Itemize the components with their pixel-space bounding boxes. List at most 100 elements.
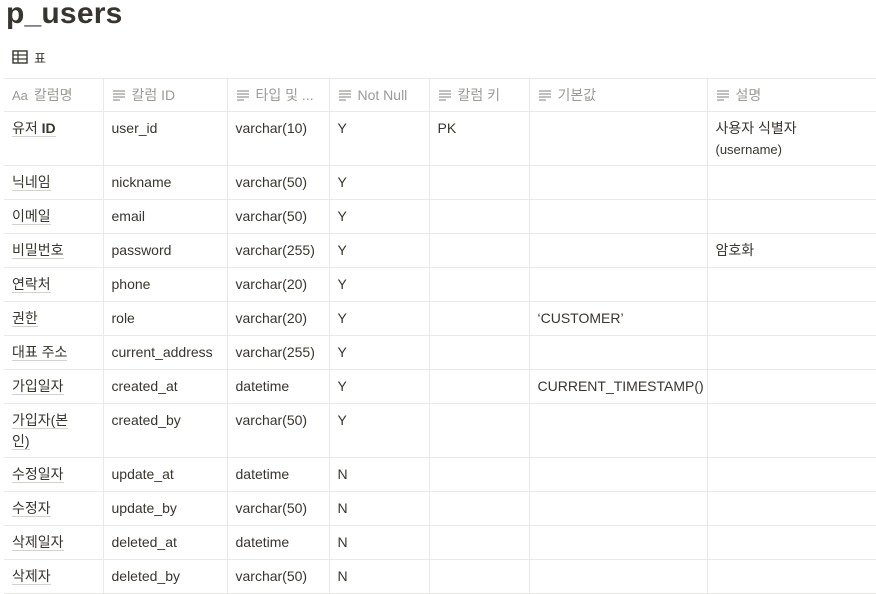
- cell-description[interactable]: [706, 403, 876, 458]
- cell-name[interactable]: 대표 주소: [4, 335, 104, 370]
- column-header-id[interactable]: 칼럼 ID: [102, 78, 228, 112]
- cell-id[interactable]: created_at: [102, 369, 228, 404]
- cell-not-null[interactable]: N: [328, 491, 430, 526]
- row-title-link[interactable]: 이메일: [12, 208, 51, 225]
- cell-name[interactable]: 삭제자: [4, 559, 104, 594]
- cell-not-null[interactable]: Y: [328, 403, 430, 458]
- cell-default[interactable]: [528, 111, 708, 166]
- column-header-key[interactable]: 칼럼 키: [428, 78, 530, 112]
- cell-key[interactable]: [428, 267, 530, 302]
- cell-default[interactable]: ‘CUSTOMER’: [528, 301, 708, 336]
- cell-description[interactable]: [706, 457, 876, 492]
- row-title-link[interactable]: 삭제일자: [12, 534, 64, 551]
- cell-not-null[interactable]: N: [328, 525, 430, 560]
- column-header-name[interactable]: Aa 칼럼명: [4, 78, 104, 112]
- row-title-link[interactable]: 수정자: [12, 500, 51, 517]
- cell-type[interactable]: datetime: [226, 457, 330, 492]
- column-header-not-null[interactable]: Not Null: [328, 78, 430, 112]
- cell-not-null[interactable]: Y: [328, 199, 430, 234]
- view-tab-table[interactable]: 표: [12, 47, 46, 67]
- cell-type[interactable]: varchar(255): [226, 335, 330, 370]
- cell-not-null[interactable]: Y: [328, 165, 430, 200]
- cell-key[interactable]: [428, 199, 530, 234]
- cell-id[interactable]: user_id: [102, 111, 228, 166]
- cell-default[interactable]: [528, 267, 708, 302]
- cell-not-null[interactable]: Y: [328, 111, 430, 166]
- cell-type[interactable]: varchar(20): [226, 301, 330, 336]
- row-title-link[interactable]: 닉네임: [12, 174, 51, 191]
- cell-type[interactable]: datetime: [226, 525, 330, 560]
- cell-id[interactable]: email: [102, 199, 228, 234]
- column-header-description[interactable]: 설명: [706, 78, 876, 112]
- cell-key[interactable]: [428, 525, 530, 560]
- cell-type[interactable]: varchar(50): [226, 199, 330, 234]
- row-title-link[interactable]: 대표 주소: [12, 344, 68, 361]
- cell-type[interactable]: datetime: [226, 369, 330, 404]
- cell-not-null[interactable]: Y: [328, 301, 430, 336]
- cell-name[interactable]: 닉네임: [4, 165, 104, 200]
- cell-not-null[interactable]: N: [328, 559, 430, 594]
- row-title-link[interactable]: 가입일자: [12, 378, 64, 395]
- cell-type[interactable]: varchar(10): [226, 111, 330, 166]
- cell-type[interactable]: varchar(50): [226, 559, 330, 594]
- cell-description[interactable]: [706, 559, 876, 594]
- cell-id[interactable]: update_at: [102, 457, 228, 492]
- row-title-link[interactable]: 가입자(본: [12, 412, 69, 429]
- cell-name[interactable]: 가입일자: [4, 369, 104, 404]
- row-title-link[interactable]: 연락처: [12, 276, 51, 293]
- cell-default[interactable]: [528, 165, 708, 200]
- cell-name[interactable]: 이메일: [4, 199, 104, 234]
- row-title-link[interactable]: 수정일자: [12, 466, 64, 483]
- cell-id[interactable]: update_by: [102, 491, 228, 526]
- cell-type[interactable]: varchar(50): [226, 165, 330, 200]
- column-header-default[interactable]: 기본값: [528, 78, 708, 112]
- cell-default[interactable]: [528, 525, 708, 560]
- cell-not-null[interactable]: Y: [328, 335, 430, 370]
- cell-description[interactable]: [706, 165, 876, 200]
- cell-id[interactable]: deleted_at: [102, 525, 228, 560]
- cell-description[interactable]: [706, 199, 876, 234]
- cell-default[interactable]: [528, 559, 708, 594]
- row-title-link[interactable]: 권한: [12, 310, 38, 327]
- cell-description[interactable]: [706, 267, 876, 302]
- cell-id[interactable]: created_by: [102, 403, 228, 458]
- cell-key[interactable]: [428, 301, 530, 336]
- row-title-link[interactable]: 비밀번호: [12, 242, 64, 259]
- cell-name[interactable]: 비밀번호: [4, 233, 104, 268]
- column-header-type[interactable]: 타입 및 ...: [226, 78, 330, 112]
- cell-key[interactable]: [428, 403, 530, 458]
- cell-default[interactable]: [528, 199, 708, 234]
- cell-type[interactable]: varchar(20): [226, 267, 330, 302]
- cell-description[interactable]: [706, 335, 876, 370]
- cell-not-null[interactable]: Y: [328, 267, 430, 302]
- cell-type[interactable]: varchar(50): [226, 491, 330, 526]
- cell-not-null[interactable]: Y: [328, 233, 430, 268]
- cell-key[interactable]: PK: [428, 111, 530, 166]
- cell-key[interactable]: [428, 457, 530, 492]
- cell-id[interactable]: current_address: [102, 335, 228, 370]
- cell-key[interactable]: [428, 369, 530, 404]
- cell-description[interactable]: 사용자 식별자 (username): [706, 111, 876, 166]
- cell-description[interactable]: [706, 369, 876, 404]
- cell-description[interactable]: 암호화: [706, 233, 876, 268]
- cell-name[interactable]: 유저 ID: [4, 111, 104, 166]
- cell-default[interactable]: CURRENT_TIMESTAMP(): [528, 369, 708, 404]
- cell-type[interactable]: varchar(255): [226, 233, 330, 268]
- cell-id[interactable]: password: [102, 233, 228, 268]
- cell-type[interactable]: varchar(50): [226, 403, 330, 458]
- cell-key[interactable]: [428, 559, 530, 594]
- cell-id[interactable]: phone: [102, 267, 228, 302]
- cell-key[interactable]: [428, 233, 530, 268]
- cell-id[interactable]: role: [102, 301, 228, 336]
- cell-default[interactable]: [528, 491, 708, 526]
- row-title-link[interactable]: 삭제자: [12, 568, 51, 585]
- cell-default[interactable]: [528, 457, 708, 492]
- row-title-link-continued[interactable]: 인): [12, 433, 30, 450]
- cell-description[interactable]: [706, 525, 876, 560]
- cell-key[interactable]: [428, 335, 530, 370]
- cell-description[interactable]: [706, 301, 876, 336]
- cell-default[interactable]: [528, 233, 708, 268]
- row-title-link[interactable]: 유저 ID: [12, 120, 56, 137]
- cell-name[interactable]: 삭제일자: [4, 525, 104, 560]
- cell-not-null[interactable]: Y: [328, 369, 430, 404]
